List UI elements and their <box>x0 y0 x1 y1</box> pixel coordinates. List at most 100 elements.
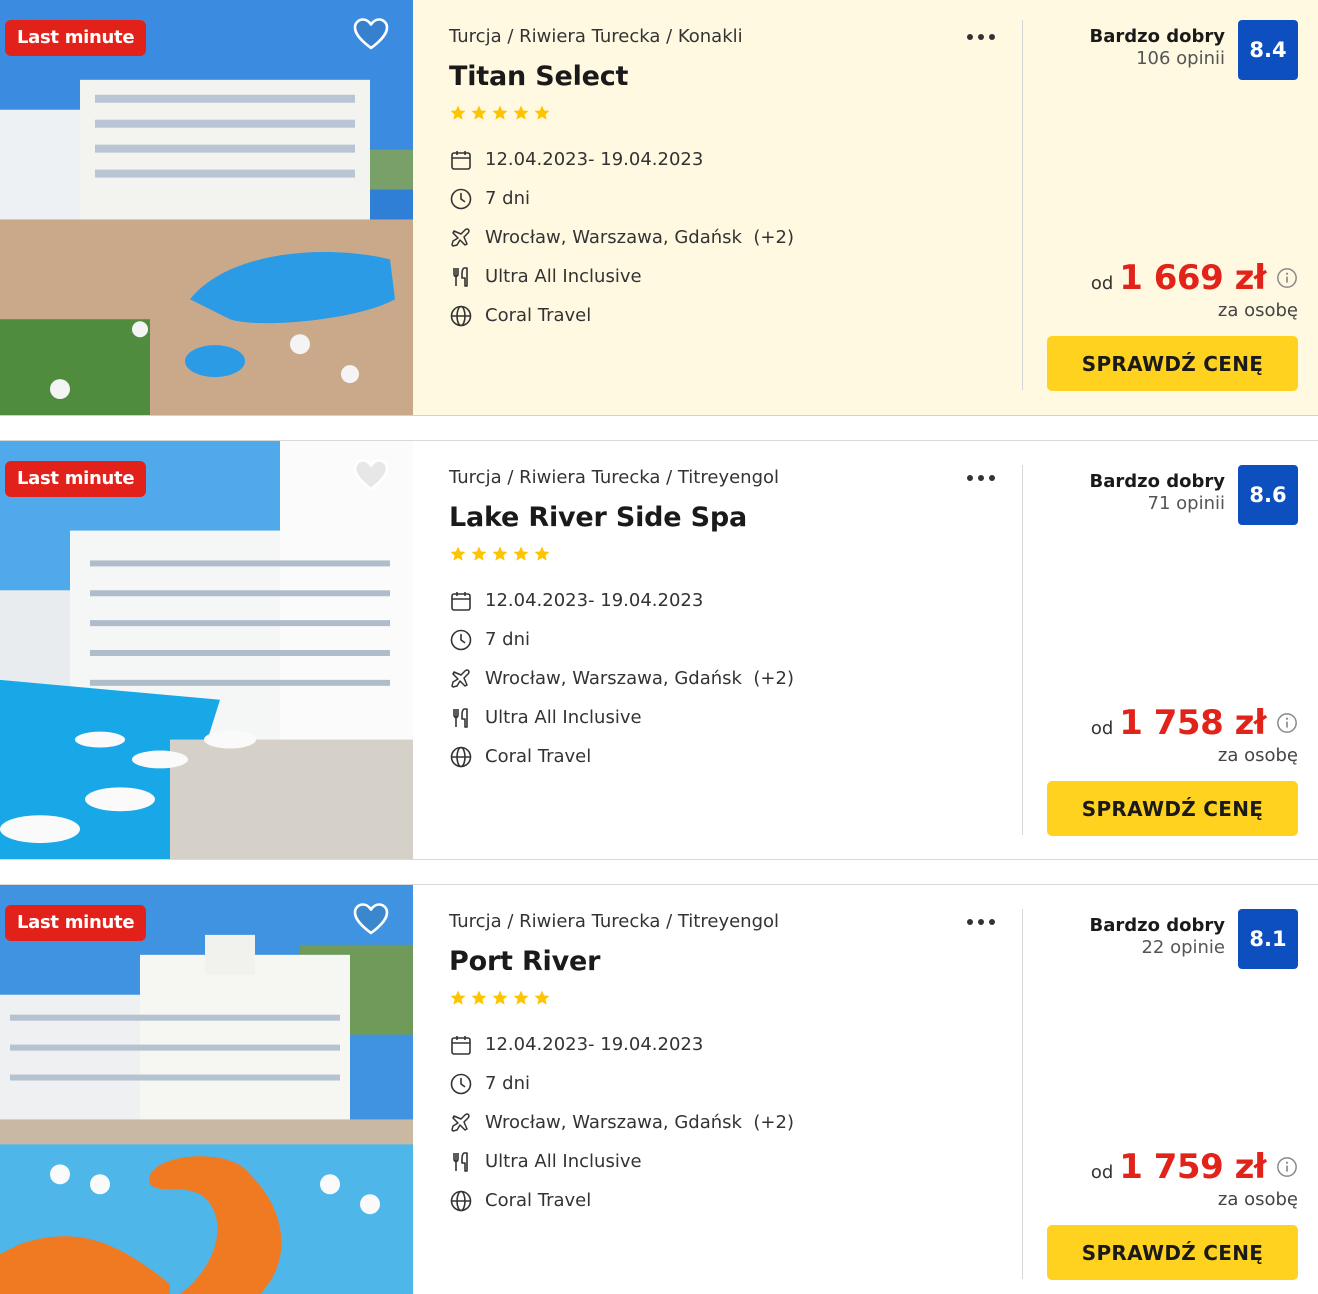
trip-dates: 12.04.2023- 19.04.2023 <box>485 149 704 170</box>
price-amount: 1 759 zł <box>1119 1147 1266 1187</box>
star-icon <box>470 104 488 122</box>
tour-operator: Coral Travel <box>485 746 592 767</box>
departure-cities: Wrocław, Warszawa, Gdańsk (+2) <box>485 1112 794 1133</box>
offer-info: Turcja / Riwiera Turecka / Konakli Titan… <box>413 0 1023 415</box>
hotel-photo-image <box>0 885 413 1294</box>
offer-card[interactable]: Last minute Turcja / Riwiera Turecka / T… <box>0 440 1318 860</box>
star-icon <box>491 989 509 1007</box>
price-note: za osobę <box>1217 1189 1298 1210</box>
hotel-name[interactable]: Lake River Side Spa <box>449 502 1023 533</box>
plane-icon <box>449 1111 473 1135</box>
star-icon <box>449 989 467 1007</box>
check-price-button[interactable]: SPRAWDŹ CENĘ <box>1047 1225 1298 1280</box>
favorite-heart-icon[interactable] <box>353 902 389 936</box>
departure-cities: Wrocław, Warszawa, Gdańsk (+2) <box>485 227 794 248</box>
star-icon <box>449 545 467 563</box>
info-icon[interactable] <box>1276 712 1298 734</box>
hotel-stars <box>449 545 1023 563</box>
calendar-icon <box>449 1033 473 1057</box>
last-minute-badge: Last minute <box>5 461 147 497</box>
star-icon <box>470 989 488 1007</box>
divider <box>1022 465 1023 835</box>
hotel-photo[interactable]: Last minute <box>0 885 413 1294</box>
globe-icon <box>449 1189 473 1213</box>
offer-info: Turcja / Riwiera Turecka / Titreyengol L… <box>413 441 1023 859</box>
hotel-photo[interactable]: Last minute <box>0 0 413 415</box>
rating-label: Bardzo dobry <box>1089 26 1225 47</box>
star-icon <box>491 545 509 563</box>
price-panel: Bardzo dobry 106 opinii 8.4 od 1 669 zł … <box>1040 20 1298 392</box>
divider <box>1022 20 1023 390</box>
clock-icon <box>449 628 473 652</box>
rating: Bardzo dobry 106 opinii 8.4 <box>1090 20 1298 80</box>
departure-cities: Wrocław, Warszawa, Gdańsk (+2) <box>485 668 794 689</box>
price-panel: Bardzo dobry 71 opinii 8.6 od 1 758 zł z… <box>1040 465 1298 837</box>
favorite-heart-icon[interactable] <box>353 17 389 51</box>
review-count[interactable]: 22 opinie <box>1090 937 1225 959</box>
divider <box>1022 909 1023 1279</box>
hotel-name[interactable]: Port River <box>449 946 1023 977</box>
trip-duration: 7 dni <box>485 629 531 650</box>
trip-duration: 7 dni <box>485 188 531 209</box>
breadcrumb[interactable]: Turcja / Riwiera Turecka / Titreyengol <box>449 911 1023 932</box>
cutlery-icon <box>449 265 473 289</box>
trip-dates: 12.04.2023- 19.04.2023 <box>485 590 704 611</box>
hotel-photo-image <box>0 0 413 415</box>
plane-icon <box>449 667 473 691</box>
offer-info: Turcja / Riwiera Turecka / Titreyengol P… <box>413 885 1023 1294</box>
globe-icon <box>449 304 473 328</box>
star-icon <box>533 104 551 122</box>
rating-score: 8.6 <box>1238 465 1298 525</box>
offer-card[interactable]: Last minute Turcja / Riwiera Turecka / T… <box>0 884 1318 1294</box>
star-icon <box>533 989 551 1007</box>
more-options-icon[interactable] <box>965 28 997 48</box>
more-options-icon[interactable] <box>965 913 997 933</box>
rating-score: 8.4 <box>1238 20 1298 80</box>
check-price-button[interactable]: SPRAWDŹ CENĘ <box>1047 781 1298 836</box>
offer-card[interactable]: Last minute Turcja / Riwiera Turecka / K… <box>0 0 1318 416</box>
clock-icon <box>449 1072 473 1096</box>
price-amount: 1 758 zł <box>1119 703 1266 743</box>
star-icon <box>512 104 530 122</box>
star-icon <box>449 104 467 122</box>
price: od 1 759 zł <box>1091 1147 1298 1187</box>
globe-icon <box>449 745 473 769</box>
star-icon <box>491 104 509 122</box>
info-icon[interactable] <box>1276 267 1298 289</box>
more-options-icon[interactable] <box>965 469 997 489</box>
tour-operator: Coral Travel <box>485 1190 592 1211</box>
breadcrumb[interactable]: Turcja / Riwiera Turecka / Titreyengol <box>449 467 1023 488</box>
review-count[interactable]: 71 opinii <box>1090 493 1225 515</box>
hotel-stars <box>449 989 1023 1007</box>
board-type: Ultra All Inclusive <box>485 1151 642 1172</box>
check-price-button[interactable]: SPRAWDŹ CENĘ <box>1047 336 1298 391</box>
star-icon <box>470 545 488 563</box>
rating-label: Bardzo dobry <box>1089 471 1225 492</box>
clock-icon <box>449 187 473 211</box>
board-type: Ultra All Inclusive <box>485 707 642 728</box>
plane-icon <box>449 226 473 250</box>
price-panel: Bardzo dobry 22 opinie 8.1 od 1 759 zł z… <box>1040 909 1298 1281</box>
review-count[interactable]: 106 opinii <box>1090 48 1225 70</box>
star-icon <box>512 989 530 1007</box>
calendar-icon <box>449 148 473 172</box>
hotel-photo-image <box>0 441 413 859</box>
calendar-icon <box>449 589 473 613</box>
rating-score: 8.1 <box>1238 909 1298 969</box>
rating-label: Bardzo dobry <box>1089 915 1225 936</box>
star-icon <box>533 545 551 563</box>
board-type: Ultra All Inclusive <box>485 266 642 287</box>
cutlery-icon <box>449 1150 473 1174</box>
price: od 1 758 zł <box>1091 703 1298 743</box>
price-note: za osobę <box>1217 745 1298 766</box>
hotel-stars <box>449 104 1023 122</box>
breadcrumb[interactable]: Turcja / Riwiera Turecka / Konakli <box>449 26 1023 47</box>
price-note: za osobę <box>1217 300 1298 321</box>
hotel-name[interactable]: Titan Select <box>449 61 1023 92</box>
price-amount: 1 669 zł <box>1119 258 1266 298</box>
cutlery-icon <box>449 706 473 730</box>
favorite-heart-icon[interactable] <box>353 458 389 492</box>
trip-duration: 7 dni <box>485 1073 531 1094</box>
info-icon[interactable] <box>1276 1156 1298 1178</box>
hotel-photo[interactable]: Last minute <box>0 441 413 859</box>
